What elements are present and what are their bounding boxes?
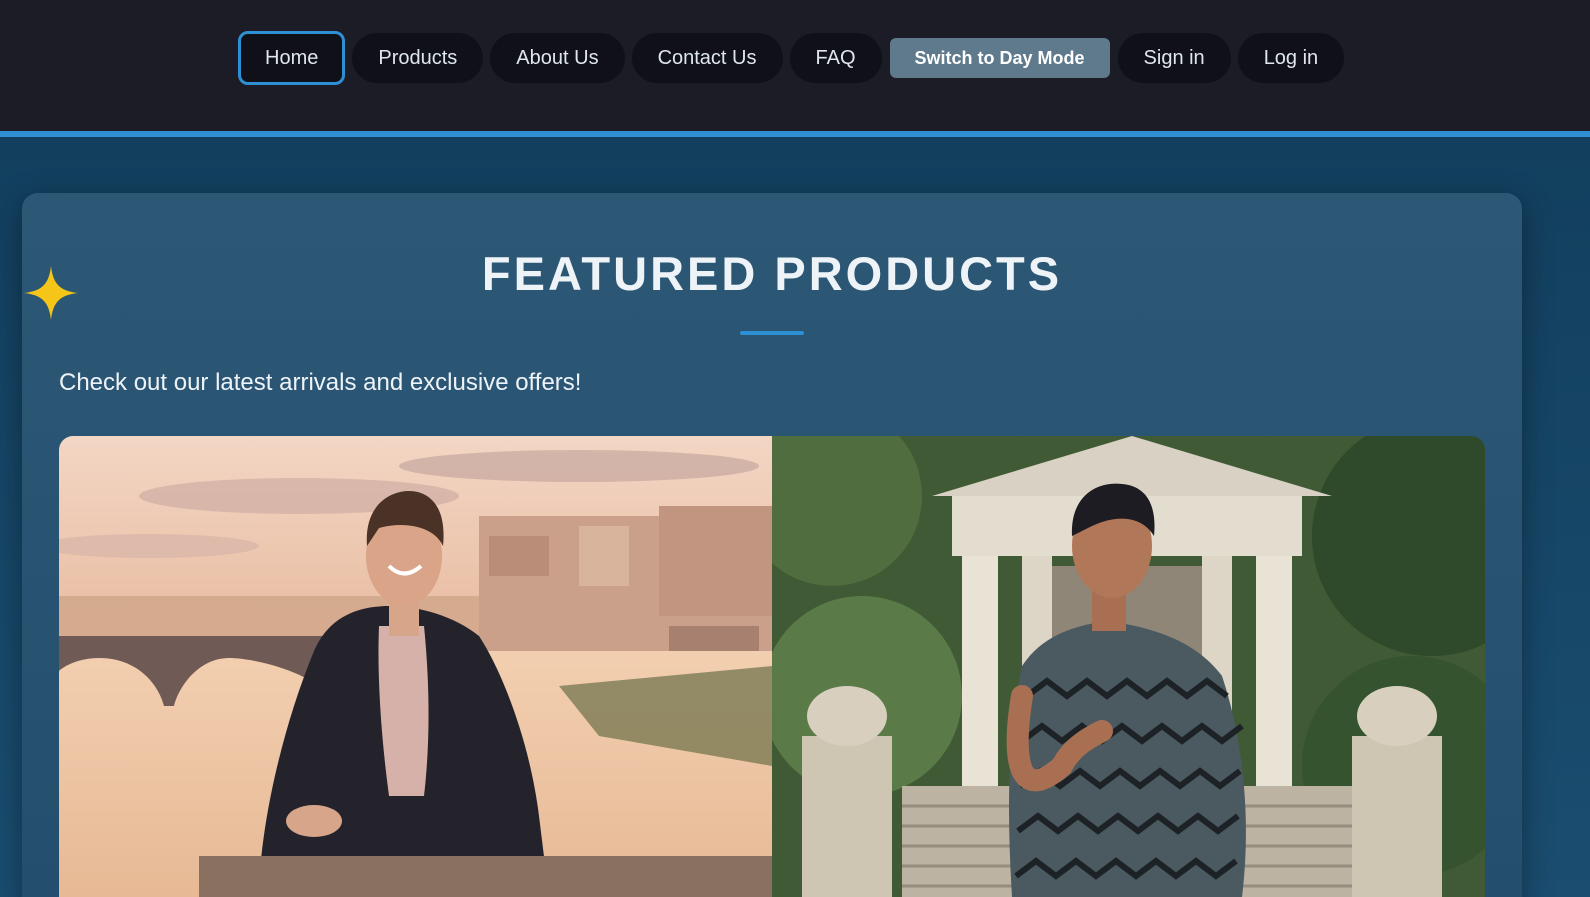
main-nav: Home Products About Us Contact Us FAQ Sw… (238, 31, 1345, 85)
title-underline (740, 331, 804, 335)
nav-faq[interactable]: FAQ (789, 33, 882, 83)
featured-gallery (59, 436, 1485, 897)
nav-contact-us[interactable]: Contact Us (631, 33, 783, 83)
featured-products-title: FEATURED PRODUCTS (481, 247, 1063, 300)
nav-products[interactable]: Products (352, 33, 484, 83)
nav-home[interactable]: Home (238, 31, 346, 85)
log-in-button[interactable]: Log in (1237, 33, 1345, 83)
nav-about-us[interactable]: About Us (490, 33, 625, 83)
man-in-black-suit-by-river-photo[interactable] (59, 436, 772, 897)
switch-day-mode-button[interactable]: Switch to Day Mode (889, 38, 1110, 78)
top-navigation-bar: Home Products About Us Contact Us FAQ Sw… (0, 0, 1590, 137)
man-in-zigzag-shirt-garden-photo[interactable] (772, 436, 1485, 897)
featured-subtitle: Check out our latest arrivals and exclus… (59, 369, 582, 396)
sign-in-button[interactable]: Sign in (1117, 33, 1231, 83)
